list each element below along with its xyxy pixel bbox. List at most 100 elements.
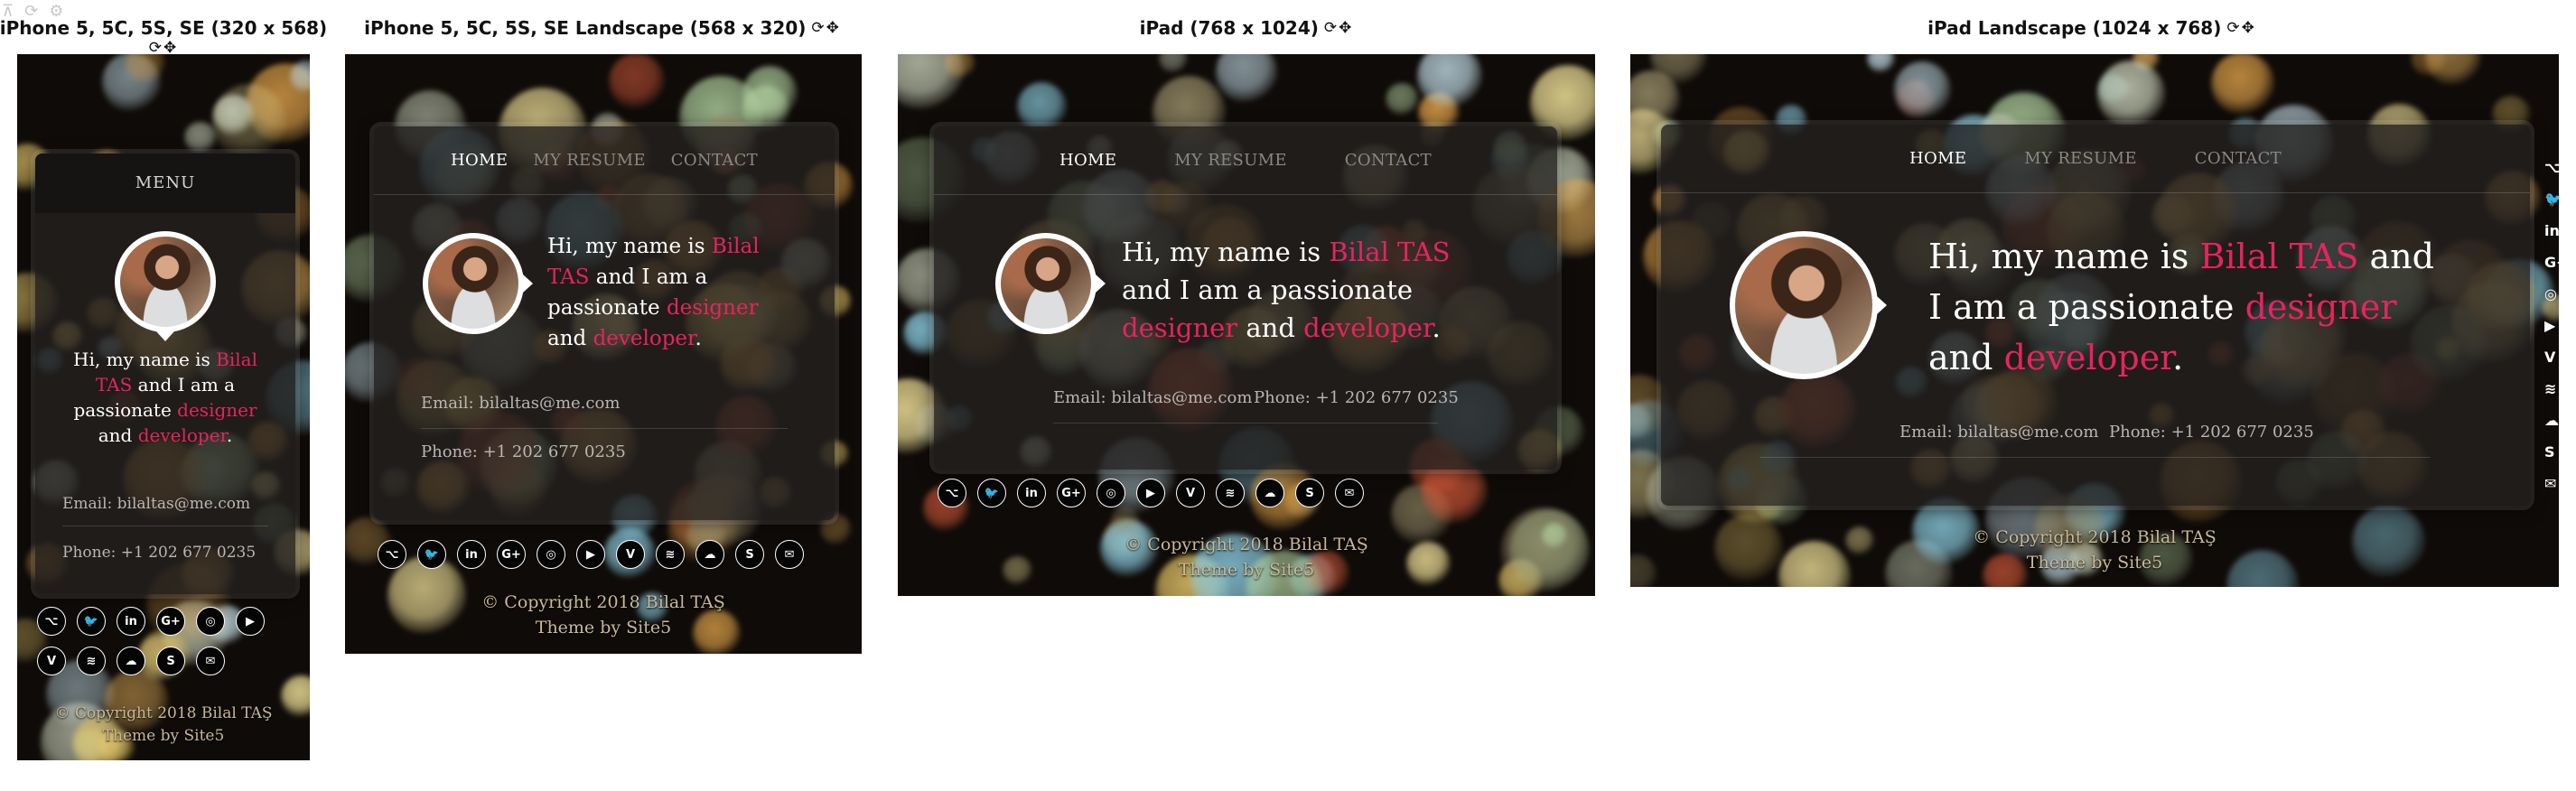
vimeo-icon[interactable]: V [2544,349,2559,366]
vimeo-icon[interactable]: V [1176,479,1205,507]
twitter-icon[interactable]: 🐦 [977,479,1006,507]
linkedin-icon[interactable]: in [117,607,145,636]
divider [1760,457,2431,458]
email-text[interactable]: Email: bilaltas@me.com [421,394,620,413]
instagram-icon[interactable]: ◎ [2544,285,2559,302]
profile-card: HOME MY RESUME CONTACT Hi, my name is Bi… [1661,125,2530,506]
viewport-iphone: MENU Hi, my name is Bilal TAS and I am a… [17,54,310,760]
role-designer: designer [177,399,257,421]
vimeo-icon[interactable]: V [37,647,66,675]
google-plus-icon[interactable]: G+ [497,540,526,569]
skype-icon[interactable]: S [2544,443,2559,461]
spotify-icon[interactable]: ≋ [1216,479,1245,507]
youtube-icon[interactable]: ▶ [2544,317,2559,334]
name-highlight: TAS [95,374,133,396]
profile-card: HOME MY RESUME CONTACT Hi, my name is Bi… [934,126,1557,470]
linkedin-icon[interactable]: in [457,540,486,569]
twitter-icon[interactable]: 🐦 [77,607,106,636]
nav-my-resume[interactable]: MY RESUME [533,151,646,170]
name-highlight: Bilal TAS [1329,237,1451,267]
phone-text[interactable]: Phone: +1 202 677 0235 [1254,388,1459,407]
nav-home[interactable]: HOME [451,151,508,170]
linkedin-icon[interactable]: in [1017,479,1046,507]
email-text[interactable]: Email: bilaltas@me.com [1899,423,2098,442]
github-icon[interactable]: ⌥ [37,607,66,636]
main-nav: HOME MY RESUME CONTACT [374,126,835,195]
twitter-icon[interactable]: 🐦 [2544,191,2559,208]
device-controls-icon[interactable]: ⟳✥ [811,19,841,37]
email-text[interactable]: Email: bilaltas@me.com [1053,388,1252,407]
soundcloud-icon[interactable]: ☁ [1255,479,1284,507]
device-label-ipad: iPad (768 x 1024) ⟳✥ [1140,17,1354,39]
device-label-iphone: iPhone 5, 5C, 5S, SE (320 x 568) [0,17,327,39]
github-icon[interactable]: ⌥ [378,540,406,569]
nav-home[interactable]: HOME [1909,149,1966,168]
nav-contact[interactable]: CONTACT [671,151,758,170]
soundcloud-icon[interactable]: ☁ [117,647,145,675]
google-plus-icon[interactable]: G+ [156,607,185,636]
device-label-text: iPad (768 x 1024) [1139,17,1319,39]
youtube-icon[interactable]: ▶ [236,607,265,636]
device-label-iphone-landscape: iPhone 5, 5C, 5S, SE Landscape (568 x 32… [364,17,841,39]
footer-theme-credit[interactable]: Theme by Site5 [898,558,1595,583]
google-plus-icon[interactable]: G+ [2544,254,2559,271]
linkedin-icon[interactable]: in [2544,222,2559,239]
email-icon[interactable]: ✉ [196,647,225,675]
footer-theme-credit[interactable]: Theme by Site5 [17,725,310,748]
github-icon[interactable]: ⌥ [2544,159,2559,176]
role-designer: designer [1122,312,1238,343]
edge-social-links: ⌥ 🐦 in G+ ◎ ▶ V ≋ ☁ S ✉ [2544,159,2559,492]
role-developer: developer [593,327,695,350]
vimeo-icon[interactable]: V [616,540,645,569]
github-icon[interactable]: ⌥ [938,479,966,507]
twitter-icon[interactable]: 🐦 [417,540,446,569]
phone-text[interactable]: Phone: +1 202 677 0235 [2109,423,2314,442]
footer-theme-credit[interactable]: Theme by Site5 [1630,551,2559,576]
spotify-icon[interactable]: ≋ [2544,380,2559,397]
soundcloud-icon[interactable]: ☁ [695,540,724,569]
role-developer: developer [2003,338,2173,377]
skype-icon[interactable]: S [735,540,764,569]
name-highlight: TAS [547,265,590,289]
youtube-icon[interactable]: ▶ [576,540,605,569]
viewport-ipad-landscape: HOME MY RESUME CONTACT Hi, my name is Bi… [1630,54,2559,587]
name-highlight: Bilal [711,235,760,258]
email-icon[interactable]: ✉ [2544,475,2559,492]
spotify-icon[interactable]: ≋ [77,647,106,675]
instagram-icon[interactable]: ◎ [1097,479,1125,507]
phone-text[interactable]: Phone: +1 202 677 0235 [421,442,626,461]
phone-text[interactable]: Phone: +1 202 677 0235 [62,544,256,562]
footer-copyright: © Copyright 2018 Bilal TAŞ [1125,535,1368,554]
role-developer: developer [137,424,227,446]
footer-theme-credit[interactable]: Theme by Site5 [345,616,862,641]
instagram-icon[interactable]: ◎ [196,607,225,636]
skype-icon[interactable]: S [156,647,185,675]
social-links: ⌥ 🐦 in G+ ◎ ▶ V ≋ ☁ S ✉ [938,479,1570,507]
email-text[interactable]: Email: bilaltas@me.com [62,495,250,513]
google-plus-icon[interactable]: G+ [1057,479,1086,507]
role-designer: designer [666,296,759,320]
nav-home[interactable]: HOME [1059,151,1116,170]
device-label-ipad-landscape: iPad Landscape (1024 x 768) ⟳✥ [1927,17,2256,39]
nav-my-resume[interactable]: MY RESUME [1174,151,1287,170]
soundcloud-icon[interactable]: ☁ [2544,412,2559,429]
skype-icon[interactable]: S [1295,479,1324,507]
footer-copyright: © Copyright 2018 Bilal TAŞ [481,592,725,612]
nav-contact[interactable]: CONTACT [2195,149,2282,168]
spotify-icon[interactable]: ≋ [656,540,685,569]
instagram-icon[interactable]: ◎ [537,540,565,569]
footer-copyright: © Copyright 2018 Bilal TAŞ [1973,527,2217,547]
device-controls-icon[interactable]: ⟳✥ [1324,19,1354,37]
nav-my-resume[interactable]: MY RESUME [2024,149,2137,168]
social-links: ⌥ 🐦 in G+ ◎ ▶ V ≋ ☁ S ✉ [37,607,272,675]
email-icon[interactable]: ✉ [1335,479,1364,507]
viewport-iphone-landscape: HOME MY RESUME CONTACT Hi, my name is Bi… [345,54,862,654]
email-icon[interactable]: ✉ [775,540,804,569]
footer: © Copyright 2018 Bilal TAŞ Theme by Site… [1630,526,2559,575]
footer-copyright: © Copyright 2018 Bilal TAŞ [54,704,273,722]
youtube-icon[interactable]: ▶ [1136,479,1165,507]
nav-contact[interactable]: CONTACT [1345,151,1432,170]
menu-button[interactable]: MENU [35,154,295,213]
avatar [423,233,524,334]
device-controls-icon[interactable]: ⟳✥ [2226,19,2256,37]
